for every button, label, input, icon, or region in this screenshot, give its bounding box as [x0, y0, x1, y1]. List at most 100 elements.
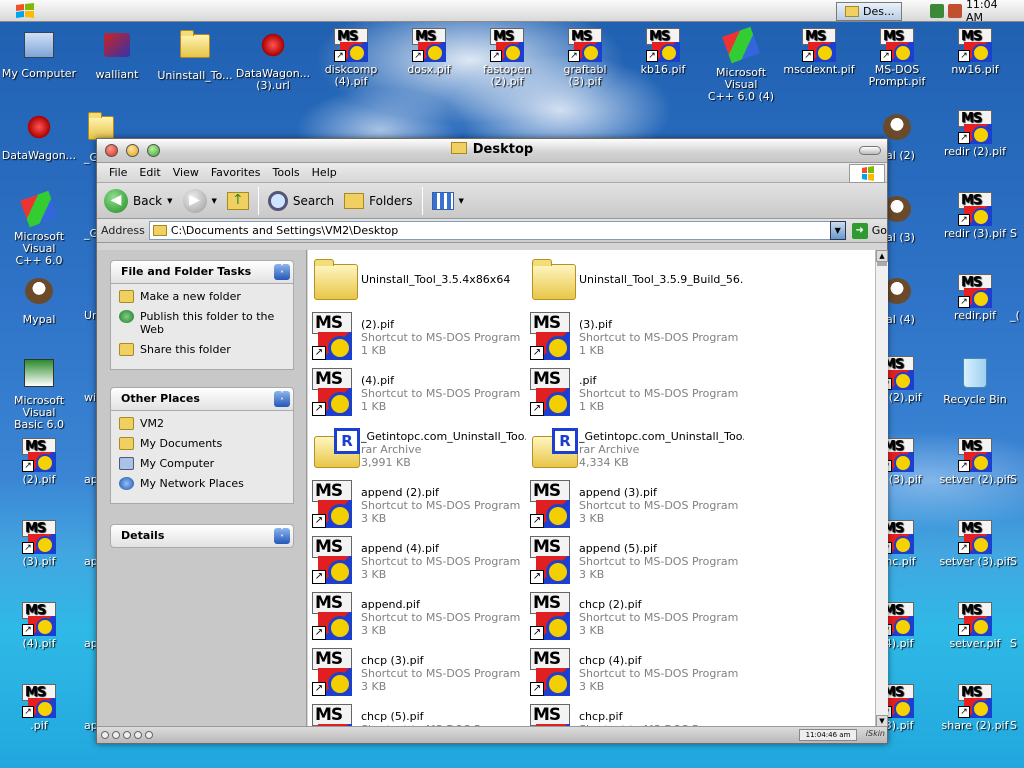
desktop-icon[interactable]: MS ↗ graftabl (3).pif: [546, 28, 624, 88]
desktop-icon[interactable]: ap: [84, 438, 98, 486]
desktop-icon[interactable]: MS ↗ setver.pif: [936, 602, 1014, 650]
desktop-icon[interactable]: MS ↗ .pif: [0, 684, 78, 732]
desktop-icon[interactable]: S: [1010, 438, 1024, 486]
taskbar-button-desktop[interactable]: Des...: [836, 2, 902, 21]
file-item[interactable]: MS ↗ chcp (2).pif Shortcut to MS-DOS Progra…: [526, 592, 744, 646]
chevron-down-icon[interactable]: ▼: [167, 197, 172, 205]
file-item[interactable]: MS ↗ append.pif Shortcut to MS-DOS Program 3…: [308, 592, 526, 646]
file-item[interactable]: R _Getintopc.com_Uninstall_Too... rar Arch…: [526, 424, 744, 478]
menu-help[interactable]: Help: [306, 166, 343, 179]
desktop-icon[interactable]: S: [1010, 602, 1024, 650]
go-button[interactable]: ➜ Go: [851, 222, 887, 239]
file-item[interactable]: MS ↗ (2).pif Shortcut to MS-DOS Program 1 K…: [308, 312, 526, 366]
desktop-icon[interactable]: DataWagon... (3).url: [234, 28, 312, 92]
file-item[interactable]: MS ↗ append (4).pif Shortcut to MS-DOS Prog…: [308, 536, 526, 590]
desktop-icon[interactable]: Un: [84, 274, 99, 322]
desktop-icon[interactable]: DataWagon...: [0, 110, 78, 162]
desktop-icon[interactable]: MS ↗ setver (3).pif: [936, 520, 1014, 568]
desktop-icon[interactable]: S: [1010, 192, 1024, 240]
media-button[interactable]: [134, 731, 142, 739]
file-item[interactable]: MS↗chcp (5).pifShortcut to MS-DOS Progra…: [308, 704, 526, 727]
toolbar-toggle-button[interactable]: [859, 146, 881, 155]
desktop-icon[interactable]: ap: [84, 684, 98, 732]
search-button[interactable]: Search: [263, 186, 339, 216]
desktop-icon[interactable]: ap: [84, 520, 98, 568]
expand-chevron-icon[interactable]: ˅ ˅: [274, 528, 290, 544]
views-button[interactable]: ▼: [427, 186, 469, 216]
desktop-icon[interactable]: MS ↗ redir (2).pif: [936, 110, 1014, 158]
desktop-icon[interactable]: win: [84, 356, 103, 404]
desktop-icon[interactable]: MS↗(4).pif: [0, 602, 78, 650]
back-button[interactable]: ◀ Back ▼: [99, 186, 178, 216]
task-make-new-folder[interactable]: Make a new folder: [119, 290, 285, 303]
place-my-computer[interactable]: My Computer: [119, 457, 285, 470]
desktop-icon[interactable]: Microsoft Visual C++ 6.0 (4): [702, 26, 780, 103]
desktop-icon[interactable]: MS ↗ nw16.pif: [936, 28, 1014, 76]
menu-view[interactable]: View: [167, 166, 205, 179]
desktop-icon[interactable]: MS ↗ diskcomp (4).pif: [312, 28, 390, 88]
vertical-scrollbar[interactable]: ▲ ▼: [875, 250, 888, 727]
desktop-icon[interactable]: ap: [84, 602, 98, 650]
panel-header[interactable]: Other Places ˄ ˄: [110, 387, 294, 411]
collapse-chevron-icon[interactable]: ˄ ˄: [274, 264, 290, 280]
network-icon[interactable]: [930, 4, 944, 18]
menu-favorites[interactable]: Favorites: [205, 166, 267, 179]
title-bar[interactable]: Desktop: [97, 139, 887, 163]
forward-button[interactable]: ▶ ▼: [178, 186, 222, 216]
scroll-up-button[interactable]: ▲: [876, 250, 888, 262]
file-item[interactable]: MS↗chcp.pifShortcut to MS-DOS Program: [526, 704, 744, 727]
place-my-network[interactable]: My Network Places: [119, 477, 285, 490]
desktop-icon[interactable]: MS ↗ redir.pif: [936, 274, 1014, 322]
file-item[interactable]: MS ↗ (3).pif Shortcut to MS-DOS Program 1 K…: [526, 312, 744, 366]
file-item[interactable]: MS ↗ chcp (3).pif Shortcut to MS-DOS Progra…: [308, 648, 526, 702]
media-button[interactable]: [145, 731, 153, 739]
desktop-icon[interactable]: S: [1010, 520, 1024, 568]
clock[interactable]: 11:04 AM: [966, 0, 1018, 24]
desktop-icon[interactable]: S: [1010, 684, 1024, 732]
media-button[interactable]: [112, 731, 120, 739]
place-my-documents[interactable]: My Documents: [119, 437, 285, 450]
up-folder-button[interactable]: ↑: [222, 186, 254, 216]
desktop-icon[interactable]: MS ↗ fastopen (2).pif: [468, 28, 546, 88]
panel-header[interactable]: Details ˅ ˅: [110, 524, 294, 548]
desktop-icon[interactable]: MS ↗ kb16.pif: [624, 28, 702, 76]
collapse-chevron-icon[interactable]: ˄ ˄: [274, 391, 290, 407]
address-input[interactable]: C:\Documents and Settings\VM2\Desktop ▼: [148, 221, 846, 240]
scroll-thumb[interactable]: [877, 262, 887, 266]
mypal-tray-icon[interactable]: [947, 4, 962, 18]
file-item[interactable]: MS ↗ append (3).pif Shortcut to MS-DOS Prog…: [526, 480, 744, 534]
desktop-icon[interactable]: _(: [1010, 274, 1024, 322]
desktop-icon[interactable]: Mypal: [0, 274, 78, 326]
desktop-icon[interactable]: MS↗(3).pif: [0, 520, 78, 568]
file-item[interactable]: Uninstall_Tool_3.5.4x86x64: [308, 256, 526, 310]
media-button[interactable]: [101, 731, 109, 739]
desktop-icon[interactable]: _G: [84, 110, 114, 164]
desktop-icon[interactable]: MS ↗ mscdexnt.pif: [780, 28, 858, 76]
desktop-icon[interactable]: Recycle Bin: [936, 356, 1014, 406]
desktop-icon[interactable]: MS ↗ dosx.pif: [390, 28, 468, 76]
task-publish-web[interactable]: Publish this folder to the Web: [119, 310, 285, 336]
chevron-down-icon[interactable]: ▼: [212, 197, 217, 205]
file-item[interactable]: MS ↗ chcp (4).pif Shortcut to MS-DOS Progra…: [526, 648, 744, 702]
media-button[interactable]: [123, 731, 131, 739]
windows-flag-icon[interactable]: [14, 2, 36, 20]
menu-tools[interactable]: Tools: [267, 166, 306, 179]
file-item[interactable]: Uninstall_Tool_3.5.9_Build_56...: [526, 256, 744, 310]
desktop-icon[interactable]: My Computer: [0, 28, 78, 80]
desktop-icon[interactable]: MS ↗ (2).pif: [0, 438, 78, 486]
desktop-icon[interactable]: Uninstall_To...: [156, 28, 234, 82]
folders-button[interactable]: Folders: [339, 186, 417, 216]
file-item[interactable]: MS ↗ append (5).pif Shortcut to MS-DOS Prog…: [526, 536, 744, 590]
file-item[interactable]: MS ↗ (4).pif Shortcut to MS-DOS Program 1 K…: [308, 368, 526, 422]
desktop-icon[interactable]: MS ↗ share (2).pif: [936, 684, 1014, 732]
desktop-icon[interactable]: MS ↗ MS-DOS Prompt.pif: [858, 28, 936, 88]
place-vm2[interactable]: VM2: [119, 417, 285, 430]
address-dropdown-button[interactable]: ▼: [829, 221, 846, 240]
desktop-icon[interactable]: Microsoft Visual C++ 6.0: [0, 190, 78, 267]
panel-header[interactable]: File and Folder Tasks ˄ ˄: [110, 260, 294, 284]
desktop-icon[interactable]: Microsoft Visual Basic 6.0: [0, 356, 78, 431]
desktop-icon[interactable]: _Ge: [84, 192, 105, 240]
task-share-folder[interactable]: Share this folder: [119, 343, 285, 356]
file-item[interactable]: MS ↗ append (2).pif Shortcut to MS-DOS Prog…: [308, 480, 526, 534]
file-item[interactable]: R _Getintopc.com_Uninstall_Too... rar Arch…: [308, 424, 526, 478]
